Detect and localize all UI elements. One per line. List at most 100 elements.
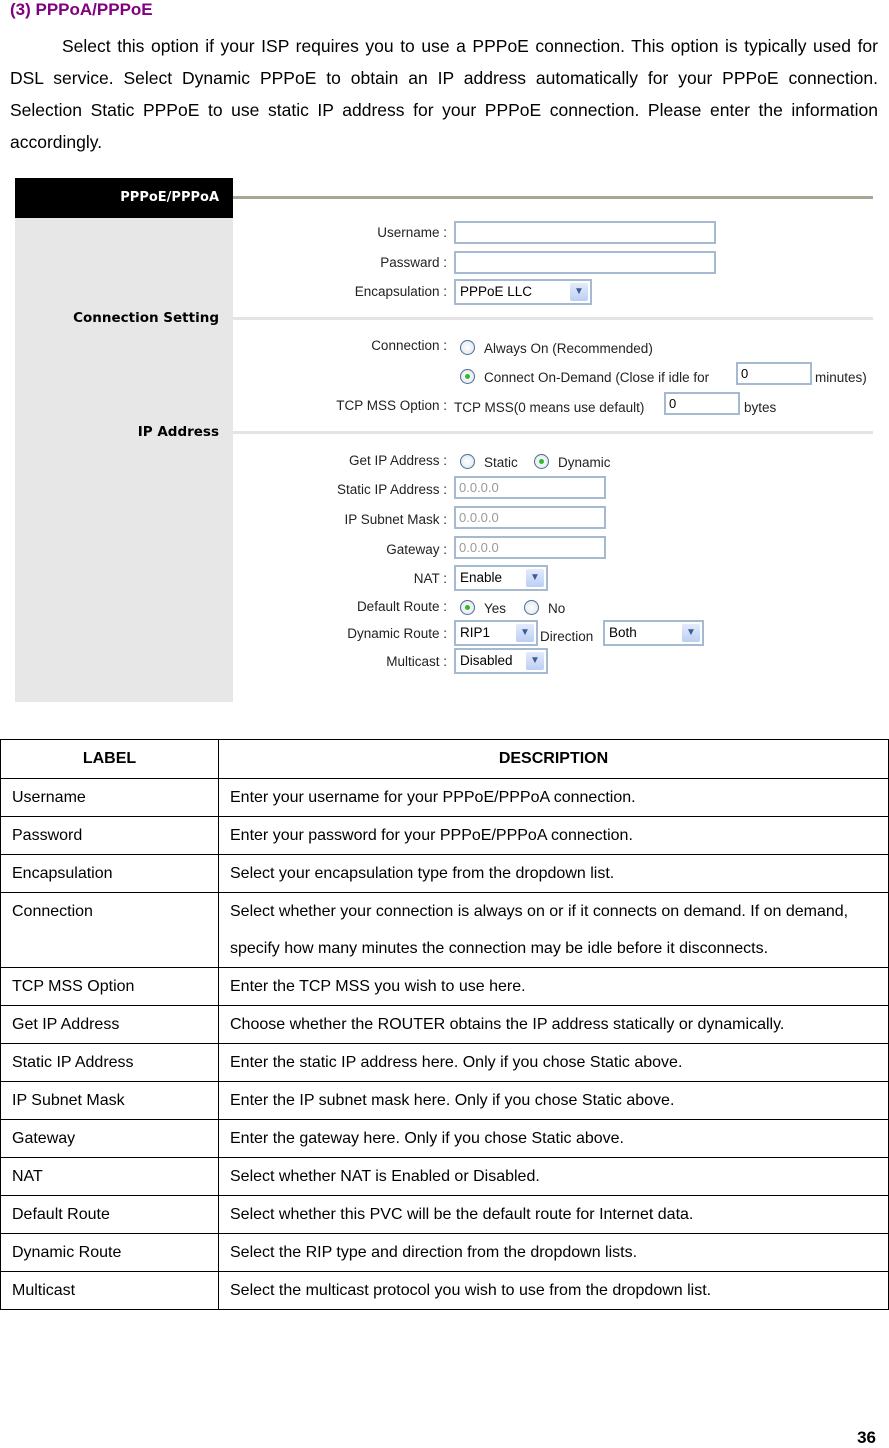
row-label: Default Route [0,1195,219,1234]
table-row: TCP MSS Option Enter the TCP MSS you wish… [0,967,889,1006]
username-input[interactable] [454,221,716,244]
direction-select[interactable]: Both ▼ [603,620,704,646]
row-label: Encapsulation [0,854,219,893]
divider [233,196,873,199]
table-row: NAT Select whether NAT is Enabled or Disa… [0,1157,889,1196]
direction-label: Direction [540,629,594,644]
chevron-down-icon: ▼ [526,652,544,670]
default-route-label: Default Route : [356,599,447,614]
always-on-radio[interactable] [460,340,475,355]
row-label: Get IP Address [0,1005,219,1044]
row-label: Gateway [0,1119,219,1158]
chevron-down-icon: ▼ [516,624,534,642]
row-description: Enter the IP subnet mask here. Only if y… [218,1081,889,1120]
row-label: Static IP Address [0,1043,219,1082]
row-description: Enter your password for your PPPoE/PPPoA… [218,816,889,855]
password-label: Passward : [380,255,447,270]
default-route-no-radio[interactable] [524,600,539,615]
subnet-mask-label: IP Subnet Mask : [344,512,447,527]
table-row: Static IP Address Enter the static IP add… [0,1043,889,1082]
default-route-yes-radio[interactable] [460,600,475,615]
row-description: Select your encapsulation type from the … [218,854,889,893]
row-description: Enter the static IP address here. Only i… [218,1043,889,1082]
connect-on-demand-label: Connect On-Demand (Close if idle for [484,370,710,385]
row-label: Password [0,816,219,855]
section-ip-address: IP Address [137,424,219,440]
static-radio[interactable] [460,454,475,469]
tcp-mss-hint: TCP MSS(0 means use default) [454,400,645,415]
nat-value: Enable [460,570,503,585]
row-label: Connection [0,892,219,968]
table-row: IP Subnet Mask Enter the IP subnet mask h… [0,1081,889,1120]
sidebar: PPPoE/PPPoA Connection Setting IP Addres… [15,178,233,702]
table-row: Password Enter your password for your PPP… [0,816,889,855]
field-description-table: LABEL DESCRIPTION Username Enter your use… [0,739,889,1310]
panel-title: PPPoE/PPPoA [120,190,219,205]
tcp-mss-label: TCP MSS Option : [336,398,447,413]
divider [233,317,873,320]
row-description: Enter the gateway here. Only if you chos… [218,1119,889,1158]
idle-minutes-input[interactable] [736,362,812,385]
table-row: Encapsulation Select your encapsulation t… [0,854,889,893]
dynamic-radio[interactable] [534,454,549,469]
gateway-label: Gateway : [386,542,447,557]
section-heading: (3) PPPoA/PPPoE [10,0,153,19]
row-description: Select the RIP type and direction from t… [218,1233,889,1272]
row-label: Username [0,778,219,817]
table-row: Gateway Enter the gateway here. Only if y… [0,1119,889,1158]
divider [233,431,873,434]
nat-select[interactable]: Enable ▼ [454,565,548,591]
no-option-label: No [548,601,566,616]
table-row: Get IP Address Choose whether the ROUTER … [0,1005,889,1044]
encapsulation-value: PPPoE LLC [460,284,533,299]
connection-label: Connection : [371,338,447,353]
label-column-header: LABEL [0,739,219,779]
row-description: Select whether NAT is Enabled or Disable… [218,1157,889,1196]
get-ip-label: Get IP Address : [348,453,447,468]
title-bar: PPPoE/PPPoA [15,178,233,218]
dynamic-option-label: Dynamic [558,455,611,470]
table-header-row: LABEL DESCRIPTION [0,739,889,779]
password-input[interactable] [454,251,716,274]
chevron-down-icon: ▼ [526,569,544,587]
row-label: Dynamic Route [0,1233,219,1272]
router-settings-screenshot: PPPoE/PPPoA Connection Setting IP Addres… [15,178,873,702]
dynamic-route-value: RIP1 [460,625,491,640]
minutes-unit: minutes) [815,370,867,385]
direction-value: Both [609,625,637,640]
row-description: Select whether your connection is always… [218,892,889,968]
intro-paragraph: Select this option if your ISP requires … [10,30,878,158]
intro-text: Select this option if your ISP requires … [10,36,878,152]
chevron-down-icon: ▼ [570,283,588,301]
gateway-input[interactable] [454,536,606,559]
dynamic-route-label: Dynamic Route : [347,626,447,641]
table-row: Dynamic Route Select the RIP type and dir… [0,1233,889,1272]
bytes-unit: bytes [744,400,777,415]
connect-on-demand-radio[interactable] [460,369,475,384]
row-label: NAT [0,1157,219,1196]
tcp-mss-input[interactable] [664,392,740,415]
nat-label: NAT : [413,571,447,586]
static-ip-input[interactable] [454,476,606,499]
dynamic-route-select[interactable]: RIP1 ▼ [454,620,538,646]
row-description: Select whether this PVC will be the defa… [218,1195,889,1234]
chevron-down-icon: ▼ [682,624,700,642]
table-row: Default Route Select whether this PVC wil… [0,1195,889,1234]
row-label: TCP MSS Option [0,967,219,1006]
section-connection-setting: Connection Setting [73,310,219,326]
row-description: Enter your username for your PPPoE/PPPoA… [218,778,889,817]
page-number: 36 [857,1428,876,1447]
multicast-label: Multicast : [386,654,447,669]
multicast-value: Disabled [460,653,513,668]
subnet-mask-input[interactable] [454,506,606,529]
encapsulation-select[interactable]: PPPoE LLC ▼ [454,279,592,305]
yes-option-label: Yes [484,601,507,616]
description-column-header: DESCRIPTION [218,739,889,779]
always-on-label: Always On (Recommended) [484,341,653,356]
table-row: Multicast Select the multicast protocol y… [0,1271,889,1310]
static-option-label: Static [484,455,518,470]
table-row: Username Enter your username for your PPP… [0,778,889,817]
multicast-select[interactable]: Disabled ▼ [454,648,548,674]
row-label: Multicast [0,1271,219,1310]
static-ip-label: Static IP Address : [336,482,447,497]
